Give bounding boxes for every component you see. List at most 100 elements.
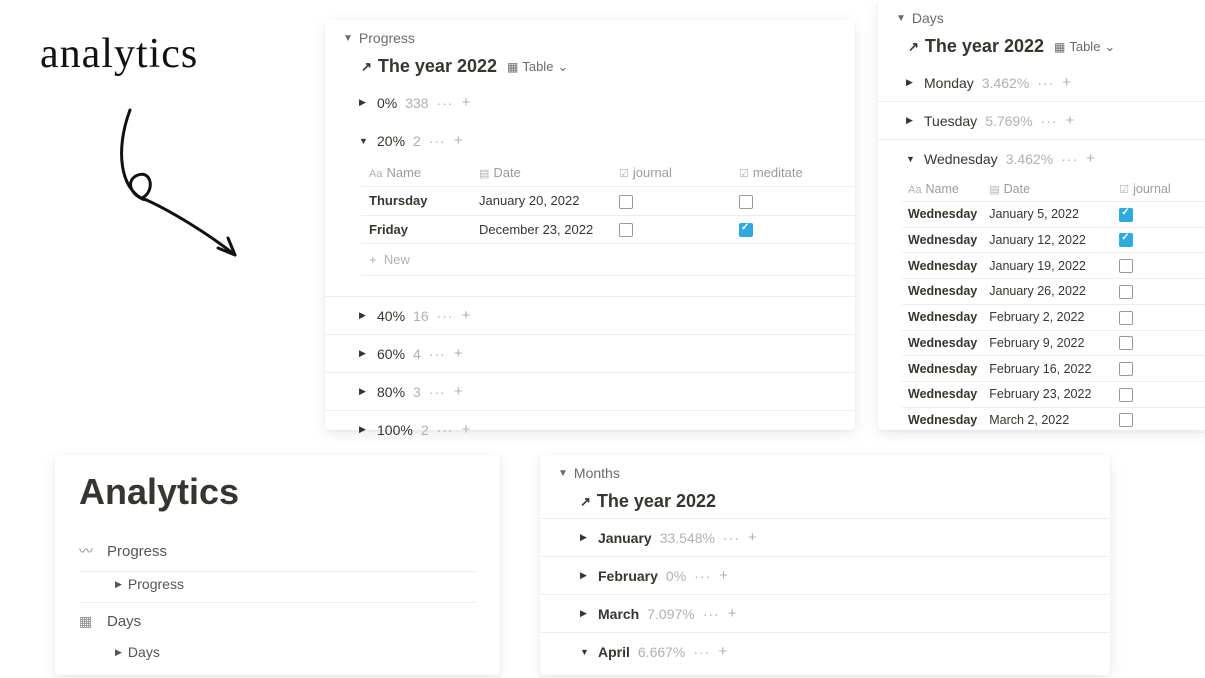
table-row[interactable]: Wednesday January 26, 2022 [902, 279, 1205, 305]
checkbox[interactable] [739, 195, 753, 209]
more-icon[interactable]: ··· [1061, 151, 1078, 167]
col-meditate[interactable]: ☑meditate [731, 159, 855, 187]
checkbox[interactable] [1119, 413, 1133, 427]
view-switch[interactable]: ▦ Table ⌄ [1054, 39, 1115, 55]
col-journal[interactable]: ☑journal [1113, 177, 1205, 202]
group-row-40[interactable]: ▶ 40% 16 ··· + [325, 296, 855, 334]
checkbox[interactable] [1119, 285, 1133, 299]
group-row-april[interactable]: ▼ April 6.667% ··· + [540, 632, 1110, 670]
group-row-100[interactable]: ▶ 100% 2 ··· + [325, 410, 855, 448]
days-section-header[interactable]: ▼ Days [878, 6, 1205, 30]
toggle-triangle-icon[interactable]: ▶ [580, 532, 590, 543]
plus-icon[interactable]: + [454, 383, 463, 400]
checkbox[interactable] [1119, 311, 1133, 325]
plus-icon[interactable]: + [728, 605, 737, 622]
group-row-monday[interactable]: ▶ Monday 3.462% ··· + [878, 63, 1205, 101]
database-title[interactable]: ↗ The year 2022 [361, 56, 497, 77]
group-row-80[interactable]: ▶ 80% 3 ··· + [325, 372, 855, 410]
group-row-march[interactable]: ▶ March 7.097% ··· + [540, 594, 1110, 632]
table-row[interactable]: Wednesday March 2, 2022 [902, 407, 1205, 433]
months-section-header[interactable]: ▼ Months [540, 461, 1110, 485]
col-name[interactable]: AaName [902, 177, 983, 202]
col-name[interactable]: AaName [361, 159, 471, 187]
plus-icon[interactable]: + [748, 529, 757, 546]
group-row-20[interactable]: ▼ 20% 2 ··· + [325, 121, 855, 159]
view-switch[interactable]: ▦ Table ⌄ [507, 59, 568, 75]
more-icon[interactable]: ··· [437, 422, 454, 438]
checkbox[interactable] [1119, 336, 1133, 350]
plus-icon[interactable]: + [1086, 150, 1095, 167]
plus-icon[interactable]: + [1066, 112, 1075, 129]
more-icon[interactable]: ··· [429, 133, 446, 149]
plus-icon[interactable]: + [718, 643, 727, 660]
more-icon[interactable]: ··· [429, 384, 446, 400]
toggle-triangle-icon[interactable]: ▼ [343, 33, 353, 44]
new-row[interactable]: + New [361, 244, 855, 276]
group-row-february[interactable]: ▶ February 0% ··· + [540, 556, 1110, 594]
more-icon[interactable]: ··· [694, 568, 711, 584]
checkbox[interactable] [739, 223, 753, 237]
group-row-january[interactable]: ▶ January 33.548% ··· + [540, 518, 1110, 556]
plus-icon[interactable]: + [454, 345, 463, 362]
toggle-triangle-icon[interactable]: ▼ [906, 154, 916, 164]
more-icon[interactable]: ··· [437, 308, 454, 324]
toggle-triangle-icon[interactable]: ▶ [580, 608, 590, 619]
checkbox[interactable] [1119, 208, 1133, 222]
toggle-triangle-icon[interactable]: ▼ [580, 647, 590, 657]
table-row[interactable]: Wednesday February 16, 2022 [902, 356, 1205, 382]
toc-progress[interactable]: 〰 Progress [79, 531, 476, 572]
more-icon[interactable]: ··· [1041, 113, 1058, 129]
plus-icon[interactable]: + [1062, 74, 1071, 91]
col-date[interactable]: ▤Date [471, 159, 611, 187]
toggle-triangle-icon[interactable]: ▼ [558, 468, 568, 479]
toggle-triangle-icon[interactable]: ▶ [580, 570, 590, 581]
group-row-tuesday[interactable]: ▶ Tuesday 5.769% ··· + [878, 101, 1205, 139]
database-title[interactable]: ↗ The year 2022 [580, 491, 716, 512]
col-date[interactable]: ▤Date [983, 177, 1113, 202]
checkbox[interactable] [1119, 233, 1133, 247]
table-row[interactable]: Wednesday January 12, 2022 [902, 227, 1205, 253]
toggle-triangle-icon[interactable]: ▶ [359, 310, 369, 321]
checkbox[interactable] [619, 195, 633, 209]
more-icon[interactable]: ··· [723, 530, 740, 546]
plus-icon[interactable]: + [454, 132, 463, 149]
table-row[interactable]: Wednesday February 23, 2022 [902, 381, 1205, 407]
toggle-triangle-icon[interactable]: ▼ [359, 136, 369, 146]
plus-icon[interactable]: + [462, 94, 471, 111]
plus-icon[interactable]: + [462, 421, 471, 438]
more-icon[interactable]: ··· [693, 644, 710, 660]
plus-icon[interactable]: + [719, 567, 728, 584]
more-icon[interactable]: ··· [429, 346, 446, 362]
table-row[interactable]: Wednesday January 5, 2022 [902, 202, 1205, 228]
group-row-wednesday[interactable]: ▼ Wednesday 3.462% ··· + [878, 139, 1205, 177]
toggle-triangle-icon[interactable]: ▶ [359, 386, 369, 397]
more-icon[interactable]: ··· [703, 606, 720, 622]
table-row[interactable]: Wednesday February 9, 2022 [902, 330, 1205, 356]
toc-progress-sub[interactable]: ▶ Progress [79, 572, 476, 603]
table-row[interactable]: Wednesday January 19, 2022 [902, 253, 1205, 279]
table-row[interactable]: Wednesday February 2, 2022 [902, 304, 1205, 330]
toggle-triangle-icon[interactable]: ▶ [115, 579, 122, 590]
progress-section-header[interactable]: ▼ Progress [325, 26, 855, 50]
plus-icon[interactable]: + [462, 307, 471, 324]
group-row-0[interactable]: ▶ 0% 338 ··· + [325, 83, 855, 121]
table-row[interactable]: Friday December 23, 2022 [361, 215, 855, 244]
checkbox[interactable] [1119, 388, 1133, 402]
checkbox[interactable] [1119, 362, 1133, 376]
toggle-triangle-icon[interactable]: ▶ [359, 424, 369, 435]
toggle-triangle-icon[interactable]: ▶ [906, 77, 916, 88]
toc-days[interactable]: ▦ Days [79, 603, 476, 640]
more-icon[interactable]: ··· [1037, 75, 1054, 91]
toggle-triangle-icon[interactable]: ▶ [115, 647, 122, 658]
checkbox[interactable] [1119, 259, 1133, 273]
toggle-triangle-icon[interactable]: ▶ [359, 348, 369, 359]
more-icon[interactable]: ··· [437, 95, 454, 111]
toggle-triangle-icon[interactable]: ▶ [906, 115, 916, 126]
toc-days-sub[interactable]: ▶ Days [79, 640, 476, 670]
group-row-60[interactable]: ▶ 60% 4 ··· + [325, 334, 855, 372]
table-row[interactable]: Thursday January 20, 2022 [361, 187, 855, 216]
toggle-triangle-icon[interactable]: ▶ [359, 97, 369, 108]
database-title[interactable]: ↗ The year 2022 [908, 36, 1044, 57]
checkbox[interactable] [619, 223, 633, 237]
col-journal[interactable]: ☑journal [611, 159, 731, 187]
